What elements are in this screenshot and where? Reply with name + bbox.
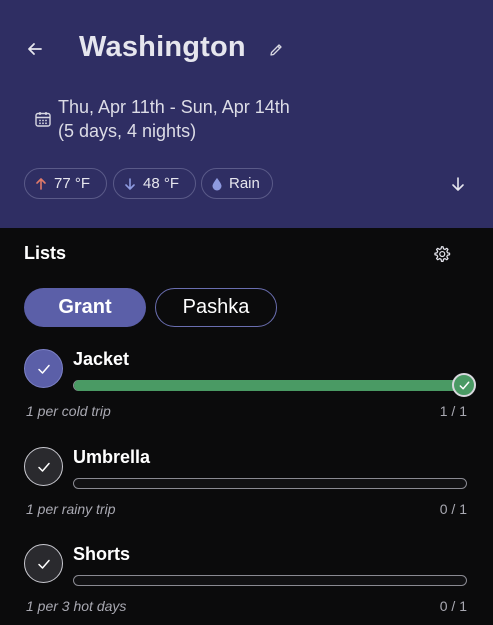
- weather-chip[interactable]: Rain: [201, 168, 273, 199]
- list-settings-button[interactable]: [429, 242, 453, 266]
- arrow-up-icon: [36, 177, 46, 190]
- check-icon: [37, 559, 50, 569]
- tab-grant[interactable]: Grant: [24, 288, 146, 327]
- check-icon: [459, 381, 469, 389]
- list-item: Umbrella 1 per rainy trip 0 / 1: [0, 447, 493, 537]
- item-count: 0 / 1: [439, 598, 467, 614]
- low-temp-value: 48 °F: [143, 175, 180, 192]
- expand-button[interactable]: [446, 172, 470, 196]
- progress-slider[interactable]: [73, 478, 467, 489]
- item-check-button[interactable]: [24, 447, 63, 486]
- raindrop-icon: [212, 177, 222, 190]
- item-rule: 1 per 3 hot days: [26, 598, 127, 614]
- item-count: 1 / 1: [439, 403, 467, 419]
- progress-fill: [74, 379, 469, 391]
- item-name: Umbrella: [73, 447, 151, 467]
- gear-icon: [433, 245, 450, 262]
- progress-slider[interactable]: [73, 373, 476, 397]
- item-rule: 1 per rainy trip: [26, 501, 116, 517]
- low-temp-chip[interactable]: 48 °F: [113, 168, 196, 199]
- weather-value: Rain: [229, 175, 260, 192]
- high-temp-chip[interactable]: 77 °F: [24, 168, 107, 199]
- arrow-left-icon: [28, 43, 42, 55]
- edit-title-button[interactable]: [265, 39, 287, 61]
- trip-header: Washington Thu, Apr 11th - Sun, Apr 14th…: [0, 0, 493, 228]
- progress-slider[interactable]: [73, 575, 467, 586]
- item-name: Jacket: [73, 349, 130, 369]
- item-check-button[interactable]: [24, 349, 63, 388]
- item-name: Shorts: [73, 544, 131, 564]
- calendar-icon: [35, 112, 51, 127]
- date-range: Thu, Apr 11th - Sun, Apr 14th: [58, 97, 290, 117]
- lists-heading: Lists: [24, 243, 67, 263]
- arrow-down-icon: [125, 177, 135, 190]
- list-item: Shorts 1 per 3 hot days 0 / 1: [0, 544, 493, 625]
- trip-title: Washington: [79, 31, 246, 63]
- check-icon: [37, 364, 50, 374]
- item-count: 0 / 1: [439, 501, 467, 517]
- back-button[interactable]: [22, 36, 48, 62]
- check-icon: [37, 462, 50, 472]
- item-rule: 1 per cold trip: [26, 403, 111, 419]
- trip-duration: (5 days, 4 nights): [58, 121, 197, 141]
- item-check-button[interactable]: [24, 544, 63, 583]
- trip-dates: Thu, Apr 11th - Sun, Apr 14th (5 days, 4…: [58, 95, 290, 143]
- list-item: Jacket 1 per cold trip 1 / 1: [0, 349, 493, 439]
- progress-knob[interactable]: [452, 373, 476, 397]
- tab-pashka[interactable]: Pashka: [155, 288, 277, 327]
- high-temp-value: 77 °F: [54, 175, 91, 192]
- arrow-down-icon: [452, 177, 464, 191]
- pencil-icon: [270, 44, 282, 56]
